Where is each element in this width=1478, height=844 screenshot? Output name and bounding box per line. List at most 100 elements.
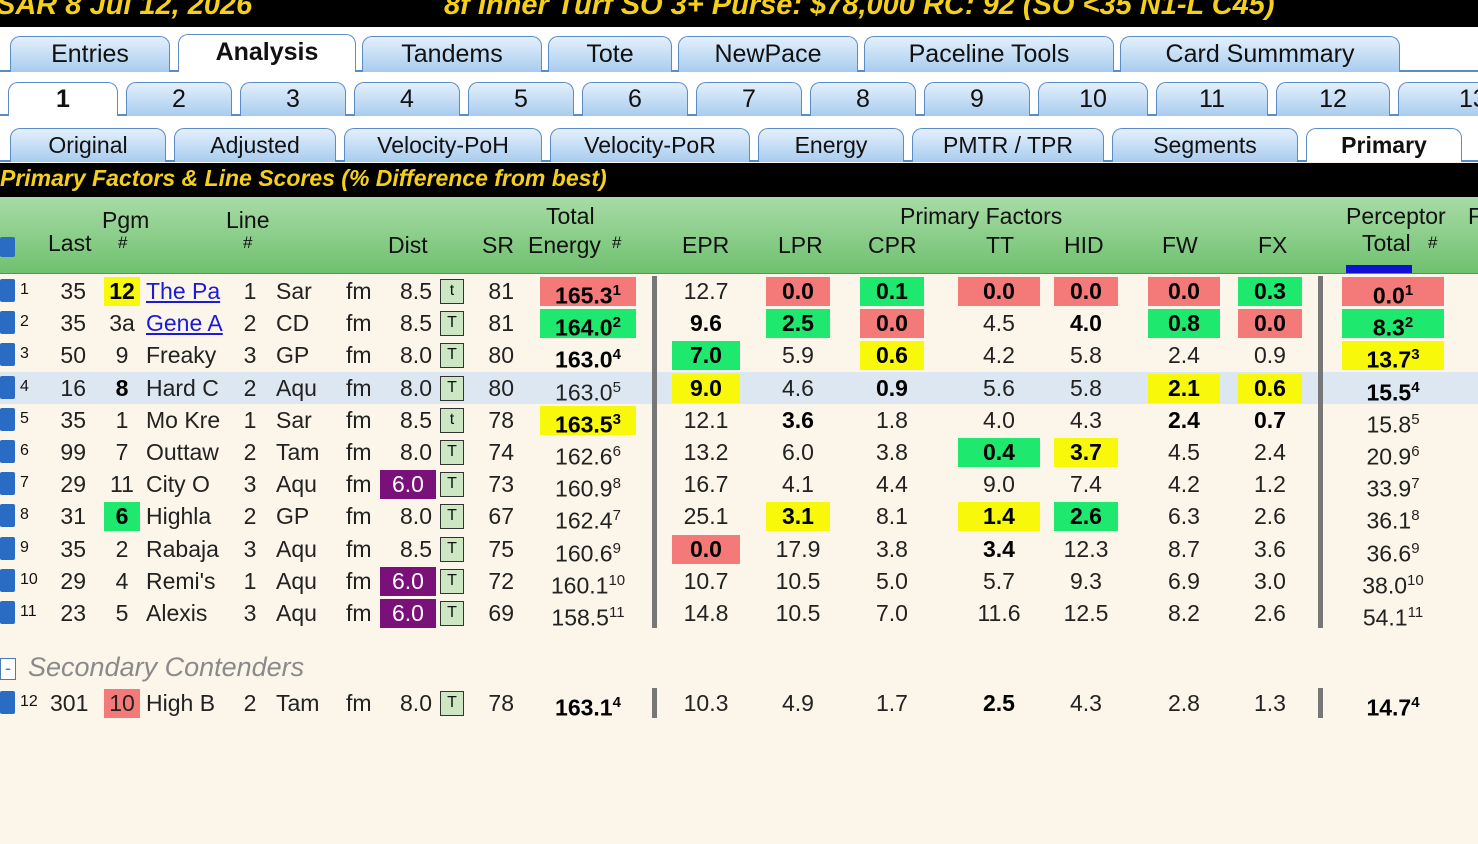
cell-name[interactable]: Gene A	[146, 309, 246, 337]
tab-race-13[interactable]: 13	[1398, 82, 1478, 116]
select-all-checkbox[interactable]	[0, 237, 15, 257]
col-fx[interactable]: FX	[1258, 232, 1287, 259]
row-checkbox[interactable]	[0, 279, 15, 302]
energy-rank: 1	[612, 282, 621, 299]
cell-line: 3	[243, 471, 257, 498]
cell-ptotal: 33.97	[1366, 475, 1420, 502]
cell-name[interactable]: Highla	[146, 502, 246, 530]
table-row[interactable]: 5 35 1 Mo Kre 1 Sar fm 78 163.53 12.1 3.6 1.8 4.0 4.3…	[0, 404, 1478, 437]
cell-name[interactable]: Remi's	[146, 567, 246, 595]
row-checkbox[interactable]	[0, 601, 15, 624]
cell-name[interactable]: Alexis	[146, 599, 246, 627]
tab-race-12[interactable]: 12	[1276, 82, 1390, 116]
collapse-toggle[interactable]: -	[0, 658, 16, 680]
cell-lpr: 10.5	[775, 567, 821, 594]
tab-primary[interactable]: Primary	[1306, 128, 1462, 162]
col-last[interactable]: Last	[48, 230, 91, 257]
row-checkbox[interactable]	[0, 343, 15, 367]
row-number: 2	[20, 313, 29, 331]
table-row[interactable]: 3 50 9 Freaky 3 GP fm 80 163.04 7.0 5.9 0.6 4.2 5.8 2.…	[0, 339, 1478, 373]
tab-race-7[interactable]: 7	[696, 82, 802, 116]
col-sr[interactable]: SR	[482, 232, 514, 259]
tab-race-4[interactable]: 4	[354, 82, 460, 116]
tab-race-11[interactable]: 11	[1156, 82, 1268, 116]
col-lpr[interactable]: LPR	[778, 232, 823, 259]
cell-surf: fm	[346, 690, 372, 716]
cell-name[interactable]: City O	[146, 470, 246, 498]
cell-line: 2	[243, 310, 257, 337]
row-checkbox[interactable]	[0, 536, 15, 560]
cell-last: 31	[60, 503, 86, 530]
tab-analysis[interactable]: Analysis	[178, 34, 356, 72]
table-row[interactable]: 10 29 4 Remi's 1 Aqu fm 72 160.110 10.7 10.5 5.0 5.7…	[0, 565, 1478, 598]
tab-adjusted[interactable]: Adjusted	[174, 128, 336, 162]
col-tt[interactable]: TT	[986, 232, 1014, 259]
tab-race-9[interactable]: 9	[924, 82, 1030, 116]
cell-name[interactable]: Mo Kre	[146, 406, 246, 434]
cell-name[interactable]: Outtaw	[146, 438, 246, 466]
table-row[interactable]: 12 301 10 High B 2 Tam fm 78 163.14 10.3 4.9 1.7 2.5…	[0, 687, 1478, 721]
perceptor-rank: 9	[1411, 539, 1420, 557]
tab-entries[interactable]: Entries	[10, 36, 170, 72]
tab-velocity-por[interactable]: Velocity-PoR	[550, 128, 750, 162]
tab-race-2[interactable]: 2	[126, 82, 232, 116]
col-line[interactable]: Line	[226, 207, 269, 234]
row-checkbox[interactable]	[0, 504, 15, 528]
table-row[interactable]: 1 35 12 The Pa 1 Sar fm 81 165.31 12.7 0.0 0.1 0.0 0.…	[0, 275, 1478, 309]
table-row[interactable]: 6 99 7 Outtaw 2 Tam fm 74 162.66 13.2 6.0 3.8 0.4 3.7…	[0, 436, 1478, 470]
tab-race-5[interactable]: 5	[468, 82, 574, 116]
tab-tandems[interactable]: Tandems	[362, 36, 542, 72]
cell-name[interactable]: Freaky	[146, 341, 246, 369]
turf-badge: T	[440, 311, 464, 337]
row-checkbox[interactable]	[0, 691, 15, 714]
tab-race-8[interactable]: 8	[810, 82, 916, 116]
cell-name[interactable]: High B	[146, 689, 246, 717]
col-hid[interactable]: HID	[1064, 232, 1104, 259]
col-fw[interactable]: FW	[1162, 232, 1198, 259]
row-checkbox[interactable]	[0, 407, 15, 431]
col-energy[interactable]: Energy	[528, 232, 601, 259]
cell-cpr: 1.8	[876, 406, 908, 433]
sort-indicator	[1346, 265, 1412, 273]
col-pgm[interactable]: Pgm	[102, 207, 149, 234]
tab-race-10[interactable]: 10	[1038, 82, 1148, 116]
table-row[interactable]: 7 29 11 City O 3 Aqu fm 73 160.98 16.7 4.1 4.4 9.0 7.…	[0, 468, 1478, 502]
tab-energy[interactable]: Energy	[758, 128, 904, 162]
col-perceptor-total[interactable]: Total	[1362, 230, 1411, 257]
tab-pmtr-tpr[interactable]: PMTR / TPR	[912, 128, 1104, 162]
col-epr[interactable]: EPR	[682, 232, 729, 259]
tab-race-1[interactable]: 1	[8, 82, 118, 116]
row-checkbox[interactable]	[0, 568, 15, 592]
col-cpr[interactable]: CPR	[868, 232, 917, 259]
row-checkbox[interactable]	[0, 375, 15, 399]
tab-newpace[interactable]: NewPace	[678, 36, 858, 72]
table-row[interactable]: 9 35 2 Rabaja 3 Aqu fm 75 160.69 0.0 17.9 3.8 3.4 12.…	[0, 533, 1478, 566]
tab-tote[interactable]: Tote	[548, 36, 672, 72]
cell-fw: 2.4	[1168, 406, 1200, 433]
race-header: SAR 8 Jul 12, 2026 8f Inner Turf SO 3+ P…	[0, 0, 1478, 27]
table-row[interactable]: 8 31 6 Highla 2 GP fm 67 162.47 25.1 3.1 8.1 1.4 2.6 6…	[0, 500, 1478, 534]
cell-tt: 0.0	[983, 278, 1015, 304]
tab-original[interactable]: Original	[10, 128, 166, 162]
tab-card-summary[interactable]: Card Summmary	[1120, 36, 1400, 72]
column-separator	[1318, 688, 1323, 718]
table-row[interactable]: 4 16 8 Hard C 2 Aqu fm 80 163.05 9.0 4.6 0.9 5.6 5.8 2…	[0, 371, 1478, 405]
tab-velocity-poh[interactable]: Velocity-PoH	[344, 128, 542, 162]
cell-ptotal: 20.96	[1366, 443, 1420, 470]
cell-track: Aqu	[276, 567, 317, 594]
cell-line: 1	[243, 567, 257, 594]
row-checkbox[interactable]	[0, 472, 15, 496]
tab-segments[interactable]: Segments	[1112, 128, 1298, 162]
cell-name[interactable]: Rabaja	[146, 535, 246, 563]
cell-hid: 5.8	[1070, 342, 1102, 369]
table-row[interactable]: 2 35 3a Gene A 2 CD fm 81 164.02 9.6 2.5 0.0 4.5 4.0 0…	[0, 307, 1478, 341]
col-dist[interactable]: Dist	[388, 232, 428, 259]
tab-race-6[interactable]: 6	[582, 82, 688, 116]
cell-name[interactable]: Hard C	[146, 374, 246, 402]
tab-paceline-tools[interactable]: Paceline Tools	[864, 36, 1114, 72]
cell-name[interactable]: The Pa	[146, 277, 246, 305]
row-checkbox[interactable]	[0, 440, 15, 463]
row-checkbox[interactable]	[0, 311, 15, 335]
tab-race-3[interactable]: 3	[240, 82, 346, 116]
table-row[interactable]: 11 23 5 Alexis 3 Aqu fm 69 158.511 14.8 10.5 7.0 11.…	[0, 597, 1478, 631]
